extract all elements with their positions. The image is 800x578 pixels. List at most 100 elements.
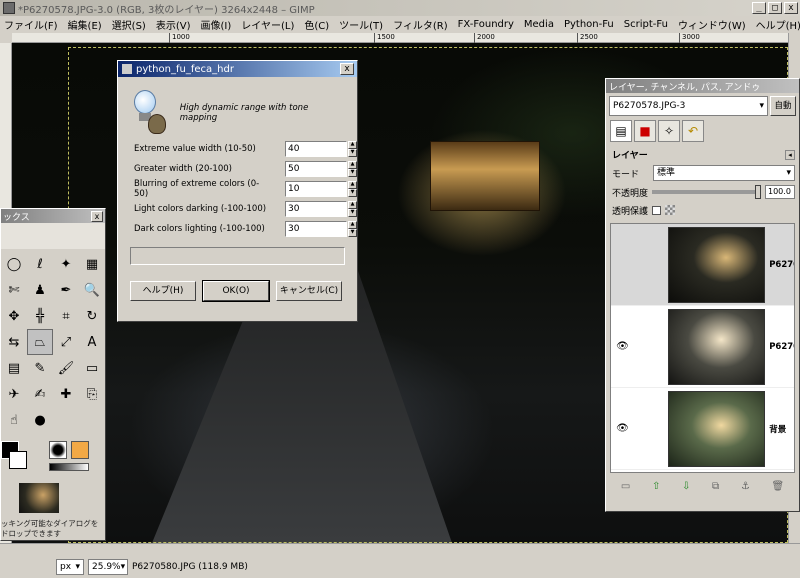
raise-layer-icon[interactable]: ⇧ [652,481,660,492]
horizontal-scrollbar[interactable] [0,543,800,555]
free-select-icon[interactable]: ℓ [27,251,53,277]
spin-down-icon[interactable]: ▼ [348,149,357,157]
menu-tools[interactable]: ツール(T) [339,17,383,32]
close-window-button[interactable]: x [784,2,798,14]
spin-up-icon[interactable]: ▲ [348,221,357,229]
spin-up-icon[interactable]: ▲ [348,181,357,189]
layer-item[interactable]: P6270 [611,224,794,306]
anchor-layer-icon[interactable]: ⚓ [741,481,750,492]
magnify-icon[interactable]: 🔍 [79,277,105,303]
lower-layer-icon[interactable]: ⇩ [682,481,690,492]
blurring-spinner[interactable]: 10 ▲ ▼ [285,181,357,197]
param-value[interactable]: 50 [285,161,347,177]
clone-icon[interactable]: ⎘ [79,381,105,407]
eye-icon[interactable]: 👁 [611,341,634,352]
new-layer-icon[interactable]: ▭ [621,481,630,492]
layer-item[interactable]: 👁 背景 [611,388,794,470]
spin-down-icon[interactable]: ▼ [348,169,357,177]
menu-fx-foundry[interactable]: FX-Foundry [458,19,514,30]
auto-button[interactable]: 自動 [770,96,796,116]
menu-select[interactable]: 選択(S) [112,17,146,32]
mode-select[interactable]: 標準 ▾ [653,165,795,181]
slider-handle[interactable] [755,185,761,199]
dodge-burn-icon[interactable]: ● [27,407,53,433]
greater-width-spinner[interactable]: 50 ▲ ▼ [285,161,357,177]
menu-script-fu[interactable]: Script-Fu [624,19,668,30]
eraser-icon[interactable]: ▭ [79,355,105,381]
menu-windows[interactable]: ウィンドウ(W) [678,17,746,32]
crop-icon[interactable]: ⌗ [53,303,79,329]
light-darking-spinner[interactable]: 30 ▲ ▼ [285,201,357,217]
eye-icon[interactable]: 👁 [611,423,634,434]
close-icon[interactable]: x [91,210,103,222]
ok-button[interactable]: OK(O) [202,280,270,302]
tab-paths-icon[interactable]: ✧ [658,120,680,142]
align-icon[interactable]: ╬ [27,303,53,329]
brush-preview[interactable] [49,441,67,459]
layer-item[interactable]: 👁 P6270 [611,306,794,388]
move-tool-icon[interactable]: ✥ [1,303,27,329]
maximize-button[interactable]: □ [768,2,782,14]
heal-icon[interactable]: ✚ [53,381,79,407]
menu-color[interactable]: 色(C) [304,17,329,32]
zoom-select[interactable]: 25.9% ▾ [88,558,128,575]
spin-down-icon[interactable]: ▼ [348,229,357,237]
spin-up-icon[interactable]: ▲ [348,141,357,149]
duplicate-layer-icon[interactable]: ⧉ [712,481,719,492]
foreground-select-icon[interactable]: ♟ [27,277,53,303]
image-select[interactable]: P6270578.JPG-3 ▾ [609,96,768,116]
spin-down-icon[interactable]: ▼ [348,209,357,217]
menu-view[interactable]: 表示(V) [156,17,191,32]
unit-select[interactable]: px ▾ [56,558,84,575]
menu-media[interactable]: Media [524,19,554,30]
param-value[interactable]: 40 [285,141,347,157]
tab-channels-icon[interactable]: ■ [634,120,656,142]
dark-lighting-spinner[interactable]: 30 ▲ ▼ [285,221,357,237]
select-by-color-icon[interactable]: ▦ [79,251,105,277]
rotate-icon[interactable]: ↻ [79,303,105,329]
lock-alpha-checkbox[interactable] [652,205,662,215]
menu-help[interactable]: ヘルプ(H) [756,17,800,32]
menu-image[interactable]: 画像(I) [201,17,232,32]
paintbrush-icon[interactable]: 🖌 [53,355,79,381]
opacity-slider[interactable] [652,185,761,199]
param-value[interactable]: 30 [285,221,347,237]
spin-down-icon[interactable]: ▼ [348,189,357,197]
spin-up-icon[interactable]: ▲ [348,201,357,209]
horizontal-ruler[interactable]: 1000 1500 2000 2500 3000 [12,33,788,43]
menu-edit[interactable]: 編集(E) [68,17,102,32]
pattern-preview[interactable] [71,441,89,459]
ink-icon[interactable]: ✍ [27,381,53,407]
panel-menu-icon[interactable]: ◂ [785,149,795,160]
menu-layer[interactable]: レイヤー(L) [241,17,294,32]
menu-python-fu[interactable]: Python-Fu [564,19,614,30]
text-tool-icon[interactable]: A [79,329,105,355]
blend-icon[interactable]: ▤ [1,355,27,381]
spin-up-icon[interactable]: ▲ [348,161,357,169]
param-value[interactable]: 10 [285,181,347,197]
tab-undo-icon[interactable]: ↶ [682,120,704,142]
cancel-button[interactable]: キャンセル(C) [276,281,342,301]
perspective-icon[interactable]: ⏢ [27,329,53,355]
scale-icon[interactable]: ⤢ [53,329,79,355]
gradient-preview[interactable] [49,463,89,471]
smudge-icon[interactable]: ☝ [1,407,27,433]
fuzzy-select-icon[interactable]: ✦ [53,251,79,277]
airbrush-icon[interactable]: ✈ [1,381,27,407]
ellipse-select-icon[interactable]: ◯ [1,251,27,277]
tab-layers-icon[interactable]: ▤ [610,120,632,142]
paths-icon[interactable]: ✒ [53,277,79,303]
active-image-thumbnail[interactable] [19,483,59,513]
extreme-width-spinner[interactable]: 40 ▲ ▼ [285,141,357,157]
background-color-swatch[interactable] [9,451,27,469]
opacity-spinner[interactable]: 100.0 [765,185,795,199]
pencil-icon[interactable]: ✎ [27,355,53,381]
menu-filters[interactable]: フィルタ(R) [393,17,448,32]
minimize-button[interactable]: _ [752,2,766,14]
menu-file[interactable]: ファイル(F) [4,17,58,32]
close-icon[interactable]: x [340,63,354,75]
delete-layer-icon[interactable]: 🗑 [771,481,784,492]
scissors-select-icon[interactable]: ✄ [1,277,27,303]
flip-icon[interactable]: ⇆ [1,329,27,355]
help-button[interactable]: ヘルプ(H) [130,281,196,301]
